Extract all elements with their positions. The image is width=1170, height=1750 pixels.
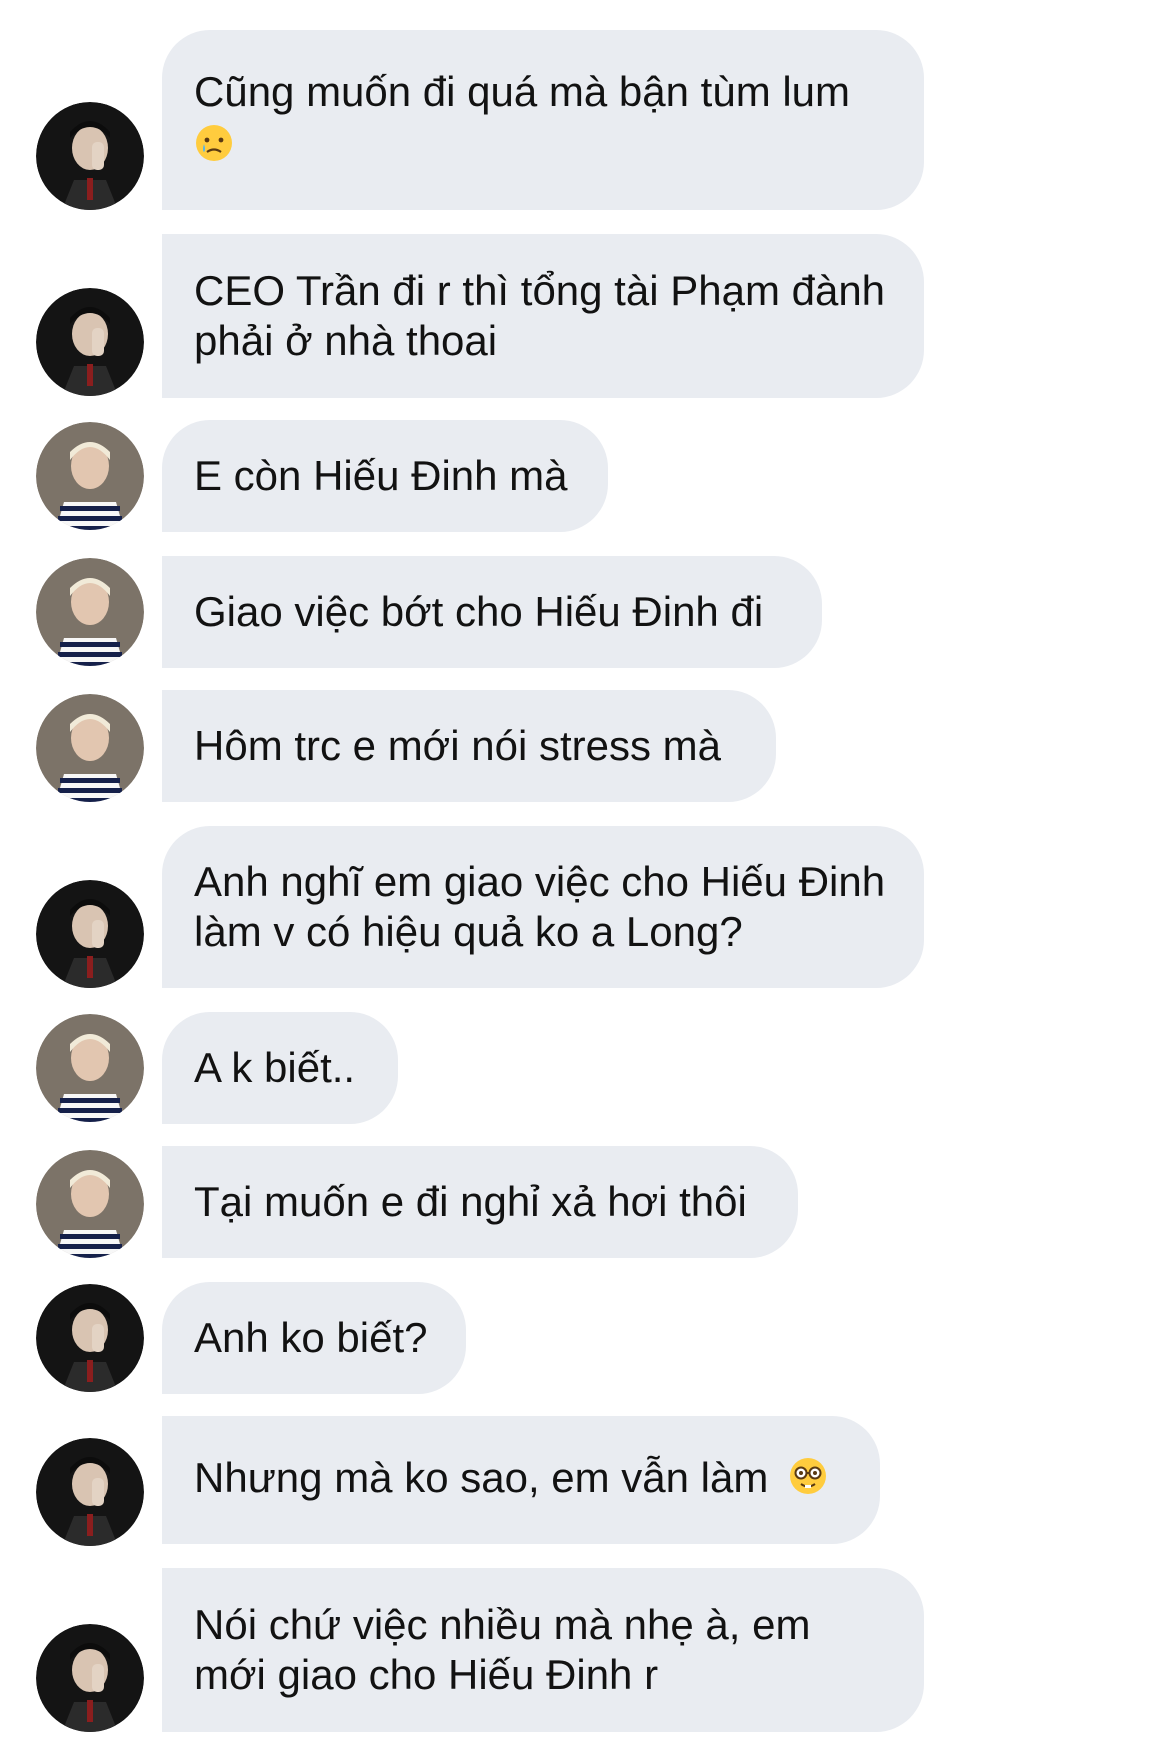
contact-avatar-blonde[interactable]: [36, 1014, 144, 1122]
message-bubble[interactable]: A k biết..: [162, 1012, 398, 1124]
message-bubble[interactable]: Anh nghĩ em giao việc cho Hiếu Đinh làm …: [162, 826, 924, 988]
message-text: CEO Trần đi r thì tổng tài Phạm đành phả…: [194, 267, 886, 364]
message-bubble[interactable]: Cũng muốn đi quá mà bận tùm lum: [162, 30, 924, 210]
message-row: Nói chứ việc nhiều mà nhẹ à, em mới giao…: [0, 1568, 1170, 1732]
message-text: A k biết..: [194, 1044, 356, 1091]
message-text: Anh nghĩ em giao việc cho Hiếu Đinh làm …: [194, 858, 886, 955]
message-text: E còn Hiếu Đinh mà: [194, 452, 568, 499]
message-row: Hôm trc e mới nói stress mà: [0, 690, 1170, 802]
crying-face-icon: [194, 123, 234, 174]
message-row: Nhưng mà ko sao, em vẫn làm: [0, 1416, 1170, 1546]
contact-avatar-blonde[interactable]: [36, 558, 144, 666]
contact-avatar-blonde[interactable]: [36, 694, 144, 802]
contact-avatar-ceo[interactable]: [36, 880, 144, 988]
contact-avatar-ceo[interactable]: [36, 1624, 144, 1732]
message-row: A k biết..: [0, 1012, 1170, 1124]
message-row: E còn Hiếu Đinh mà: [0, 420, 1170, 532]
message-text: Giao việc bớt cho Hiếu Đinh đi: [194, 588, 764, 635]
message-row: CEO Trần đi r thì tổng tài Phạm đành phả…: [0, 234, 1170, 398]
message-bubble[interactable]: Giao việc bớt cho Hiếu Đinh đi: [162, 556, 822, 668]
message-bubble[interactable]: CEO Trần đi r thì tổng tài Phạm đành phả…: [162, 234, 924, 398]
message-text: Hôm trc e mới nói stress mà: [194, 722, 721, 769]
contact-avatar-blonde[interactable]: [36, 422, 144, 530]
message-row: Tại muốn e đi nghỉ xả hơi thôi: [0, 1146, 1170, 1258]
message-row: Anh nghĩ em giao việc cho Hiếu Đinh làm …: [0, 826, 1170, 988]
message-bubble[interactable]: Nhưng mà ko sao, em vẫn làm: [162, 1416, 880, 1544]
message-bubble[interactable]: Tại muốn e đi nghỉ xả hơi thôi: [162, 1146, 798, 1258]
message-bubble[interactable]: Hôm trc e mới nói stress mà: [162, 690, 776, 802]
contact-avatar-blonde[interactable]: [36, 1150, 144, 1258]
message-text: Nhưng mà ko sao, em vẫn làm: [194, 1454, 769, 1502]
contact-avatar-ceo[interactable]: [36, 288, 144, 396]
message-bubble[interactable]: Nói chứ việc nhiều mà nhẹ à, em mới giao…: [162, 1568, 924, 1732]
message-text: Cũng muốn đi quá mà bận tùm lum: [194, 67, 851, 115]
contact-avatar-ceo[interactable]: [36, 102, 144, 210]
message-text: Nói chứ việc nhiều mà nhẹ à, em mới giao…: [194, 1601, 811, 1698]
message-bubble[interactable]: Anh ko biết?: [162, 1282, 466, 1394]
nerd-face-icon: [788, 1456, 828, 1507]
contact-avatar-ceo[interactable]: [36, 1438, 144, 1546]
message-text: Anh ko biết?: [194, 1314, 428, 1361]
message-bubble[interactable]: E còn Hiếu Đinh mà: [162, 420, 608, 532]
contact-avatar-ceo[interactable]: [36, 1284, 144, 1392]
message-row: Cũng muốn đi quá mà bận tùm lum: [0, 30, 1170, 210]
message-text: Tại muốn e đi nghỉ xả hơi thôi: [194, 1178, 747, 1225]
message-row: Giao việc bớt cho Hiếu Đinh đi: [0, 556, 1170, 668]
message-row: Anh ko biết?: [0, 1282, 1170, 1394]
